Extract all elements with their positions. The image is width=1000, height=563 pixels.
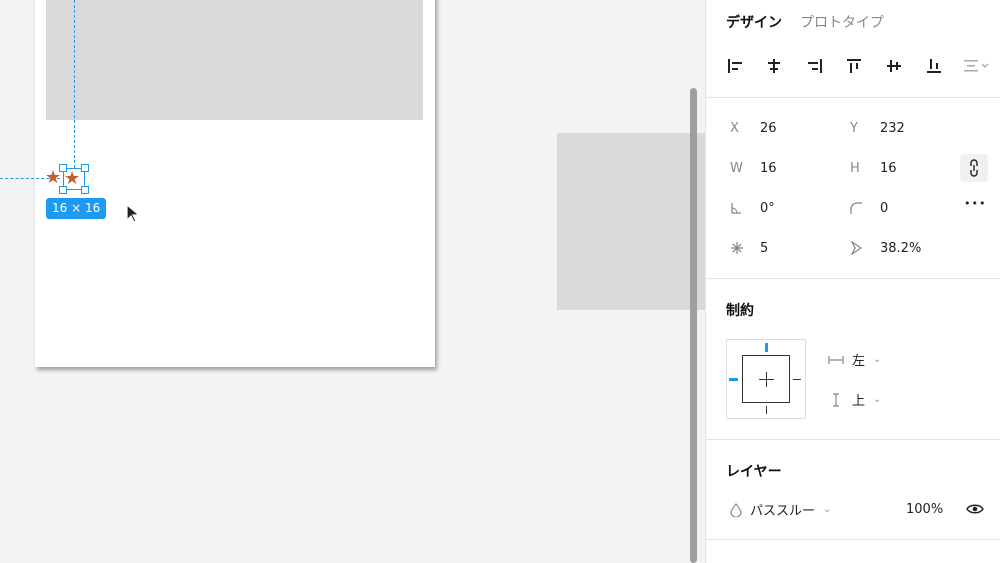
visibility-toggle[interactable] [966,503,984,519]
constraint-center-v[interactable] [766,372,767,387]
constraint-right[interactable] [793,379,801,380]
align-vertical-center-icon[interactable] [883,54,905,78]
corner-radius-icon [850,202,880,214]
vertical-guide-line [74,0,75,168]
align-left-icon[interactable] [724,54,746,78]
corner-radius-field[interactable]: 0 [850,198,888,218]
constraints-widget[interactable] [726,339,806,419]
tab-design[interactable]: デザイン [726,12,782,32]
chevron-down-icon: ⌄ [873,354,882,365]
rectangle-shape[interactable] [46,0,423,120]
distribute-dropdown-icon[interactable] [960,54,994,78]
y-field[interactable]: Y 232 [850,118,905,138]
vertical-constraint-value: 上 [852,394,866,409]
h-label: H [850,160,860,176]
rotation-value[interactable]: 0° [760,201,775,216]
section-divider [706,278,1000,279]
h-value[interactable]: 16 [880,161,897,176]
align-bottom-icon[interactable] [923,54,945,78]
star-count-field[interactable]: 5 [730,238,768,258]
star-count-value[interactable]: 5 [760,241,768,256]
rotation-field[interactable]: 0° [730,198,775,218]
tab-prototype[interactable]: プロトタイプ [800,12,884,32]
w-label: W [730,160,743,176]
section-divider [706,439,1000,440]
horizontal-constraint-icon [828,355,844,364]
rotation-icon [730,202,760,214]
link-icon [970,159,978,177]
canvas[interactable]: ★ ★ 16 × 16 [0,0,705,563]
blend-mode-select[interactable]: パススルー ⌄ [730,500,831,519]
resize-handle-bottom-left[interactable] [59,186,67,194]
star-ratio-icon [850,241,880,255]
corner-radius-value[interactable]: 0 [880,201,888,216]
section-divider [706,539,1000,540]
constraint-bottom[interactable] [766,406,767,414]
height-field[interactable]: H 16 [850,158,897,178]
align-top-icon[interactable] [843,54,865,78]
blend-mode-drop-icon [730,502,742,517]
alignment-toolbar [724,54,994,80]
constraints-title: 制約 [726,303,754,319]
horizontal-constraint-select[interactable]: 左 ⌄ [828,350,881,369]
design-panel: デザイン プロトタイプ X 26 Y 232 W 16 H 16 0° 0 ••… [705,0,1000,563]
size-badge: 16 × 16 [46,198,107,219]
constraint-left-active[interactable] [729,378,738,381]
eye-icon [966,504,984,514]
horizontal-constraint-value: 左 [852,354,866,369]
rectangle-shape-outside[interactable] [557,133,705,310]
more-options-button[interactable]: ••• [964,197,986,210]
align-right-icon[interactable] [804,54,826,78]
align-horizontal-center-icon[interactable] [763,54,785,78]
constrain-proportions-button[interactable] [960,154,988,182]
resize-handle-bottom-right[interactable] [81,186,89,194]
chevron-down-icon: ⌄ [873,394,882,405]
y-label: Y [850,120,858,136]
frame[interactable] [35,0,435,367]
x-field[interactable]: X 26 [730,118,777,138]
selection-box[interactable] [59,164,89,194]
x-label: X [730,120,739,136]
w-value[interactable]: 16 [760,161,777,176]
star-points-icon [730,241,760,255]
section-divider [706,97,1000,98]
constraint-top-active[interactable] [765,343,768,352]
y-value[interactable]: 232 [880,121,905,136]
blend-mode-value: パススルー [750,504,816,519]
star-ratio-field[interactable]: 38.2% [850,238,921,258]
layer-title: レイヤー [726,464,782,480]
resize-handle-top-right[interactable] [81,164,89,172]
resize-handle-top-left[interactable] [59,164,67,172]
vertical-scrollbar[interactable] [690,88,697,563]
chevron-down-icon: ⌄ [823,504,832,515]
vertical-constraint-select[interactable]: 上 ⌄ [828,390,881,409]
star-ratio-value[interactable]: 38.2% [880,241,921,256]
mouse-cursor-icon [126,204,141,223]
panel-tabs: デザイン プロトタイプ [726,12,884,32]
vertical-constraint-icon [833,392,839,407]
width-field[interactable]: W 16 [730,158,777,178]
x-value[interactable]: 26 [760,121,777,136]
layer-opacity-value[interactable]: 100% [906,502,943,517]
